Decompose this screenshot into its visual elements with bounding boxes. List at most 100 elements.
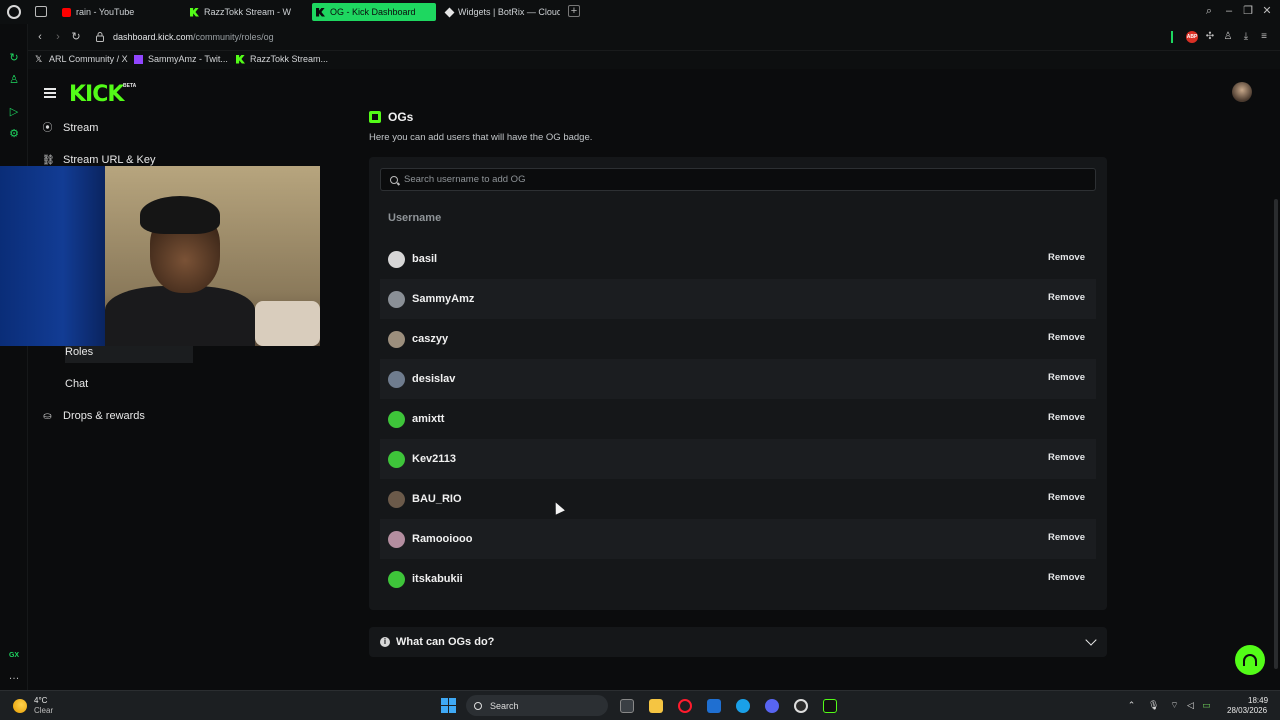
- more-icon[interactable]: …: [8, 670, 20, 682]
- remove-button[interactable]: Remove: [1048, 332, 1085, 343]
- restore-icon[interactable]: ❐: [1242, 5, 1254, 17]
- remove-button[interactable]: Remove: [1048, 372, 1085, 383]
- player-icon[interactable]: ▷: [8, 106, 20, 118]
- username: SammyAmz: [412, 293, 475, 305]
- weather-temperature: 4°C: [34, 696, 48, 705]
- username: itskabukii: [412, 573, 463, 585]
- kick-logo[interactable]: KICK: [69, 82, 124, 107]
- user-avatar: [388, 250, 405, 268]
- bookmark-sammyamz[interactable]: SammyAmz - Twit...: [134, 54, 228, 64]
- gx-icon[interactable]: GX: [8, 650, 20, 662]
- opera-browser-icon[interactable]: [678, 699, 692, 713]
- headset-icon: [1243, 654, 1257, 666]
- remove-button[interactable]: Remove: [1048, 412, 1085, 423]
- extensions-icon[interactable]: ✣: [1204, 31, 1216, 43]
- microsoft-store-icon[interactable]: [707, 699, 721, 713]
- user-avatar: [388, 490, 405, 508]
- edge-icon[interactable]: [736, 699, 750, 713]
- obs-icon[interactable]: [794, 699, 808, 713]
- task-view-icon[interactable]: [620, 699, 634, 713]
- tab-botrix-widgets[interactable]: Widgets | BotRix — Cloud: [442, 3, 560, 21]
- kick-app-icon[interactable]: [823, 699, 837, 713]
- back-icon[interactable]: ‹: [34, 31, 46, 43]
- bookmark-label: RazzTokk Stream...: [250, 54, 329, 64]
- clock-date[interactable]: 28/03/2026: [1227, 706, 1267, 715]
- windows-start-icon[interactable]: [441, 698, 456, 713]
- opera-logo-icon[interactable]: [7, 5, 21, 19]
- og-user-row: caszyy Remove: [380, 319, 1096, 359]
- search-tabs-icon[interactable]: ⌕: [1203, 5, 1215, 17]
- windows-taskbar: 4°C Clear Search ⌃ 🎙 ⌔ ◁ ▭ 18:49 28/03/2…: [0, 690, 1280, 720]
- url-path: /community/roles/og: [193, 32, 274, 42]
- botrix-icon: [444, 7, 455, 17]
- sidebar-item-label: Stream: [63, 122, 99, 134]
- user-avatar: [388, 570, 405, 588]
- address-bar: ‹ › ↻ dashboard.kick.com/community/roles…: [28, 24, 1280, 51]
- browser-tab-strip: rain - YouTube RazzTokk Stream - W OG - …: [0, 0, 1280, 24]
- chevron-down-icon[interactable]: [1085, 634, 1097, 646]
- broadcast-icon: ⦿: [42, 122, 53, 134]
- tab-razztokk-stream[interactable]: RazzTokk Stream - W: [186, 3, 304, 21]
- tab-youtube[interactable]: rain - YouTube: [58, 3, 178, 21]
- taskbar-search[interactable]: Search: [466, 695, 608, 716]
- x-icon: 𝕏: [35, 53, 43, 64]
- username: desislav: [412, 373, 456, 385]
- bookmark-razztokk[interactable]: RazzTokk Stream...: [236, 54, 328, 64]
- weather-moon-icon[interactable]: [13, 699, 27, 713]
- username: BAU_RIO: [412, 493, 462, 505]
- sidebar-item-chat[interactable]: Chat: [65, 373, 88, 395]
- remove-button[interactable]: Remove: [1048, 492, 1085, 503]
- remove-button[interactable]: Remove: [1048, 292, 1085, 303]
- user-avatar: [388, 290, 405, 308]
- youtube-icon: [62, 7, 71, 17]
- remove-button[interactable]: Remove: [1048, 252, 1085, 263]
- og-user-list: basil Remove SammyAmz Remove caszyy Remove des…: [380, 239, 1096, 599]
- volume-icon[interactable]: ◁: [1185, 700, 1196, 711]
- search-box: [380, 168, 1096, 191]
- remove-button[interactable]: Remove: [1048, 452, 1085, 463]
- account-icon[interactable]: ♙: [1222, 31, 1234, 43]
- new-tab-button[interactable]: +: [568, 5, 580, 17]
- battery-icon[interactable]: ▭: [1201, 700, 1212, 711]
- webcam-curtain: [0, 166, 105, 346]
- hamburger-menu-icon[interactable]: [44, 88, 56, 98]
- bookmark-arl-community[interactable]: 𝕏 ARL Community / X: [35, 54, 128, 64]
- microphone-icon[interactable]: 🎙: [1148, 700, 1159, 711]
- support-chat-button[interactable]: [1235, 645, 1265, 675]
- clock-time[interactable]: 18:49: [1248, 696, 1268, 705]
- search-input[interactable]: [404, 174, 1004, 185]
- remove-button[interactable]: Remove: [1048, 532, 1085, 543]
- forward-icon[interactable]: ›: [52, 31, 64, 43]
- tab-og-kick-dashboard[interactable]: OG - Kick Dashboard: [312, 3, 436, 21]
- settings-gear-icon[interactable]: ⚙: [8, 128, 20, 140]
- profile-avatar[interactable]: [1232, 82, 1252, 102]
- adblock-icon[interactable]: ABP: [1186, 31, 1198, 43]
- scrollbar[interactable]: [1274, 199, 1278, 669]
- sidebar-item-label: Roles: [65, 346, 94, 358]
- beta-badge: BETA: [123, 83, 137, 89]
- minimize-icon[interactable]: –: [1223, 5, 1235, 17]
- file-explorer-icon[interactable]: [649, 699, 663, 713]
- sidebar-item-stream[interactable]: ⦿ Stream: [42, 117, 99, 139]
- aria-icon[interactable]: ♙: [8, 74, 20, 86]
- close-window-icon[interactable]: ✕: [1261, 5, 1273, 17]
- tab-label: rain - YouTube: [76, 7, 135, 17]
- tab-overview-icon[interactable]: [35, 6, 47, 17]
- username: amixtt: [412, 413, 445, 425]
- discord-icon[interactable]: [765, 699, 779, 713]
- sidebar-item-label: Chat: [65, 378, 89, 390]
- sidebar-item-drops-rewards[interactable]: ⛀ Drops & rewards: [42, 405, 145, 427]
- history-icon[interactable]: ↻: [8, 52, 20, 64]
- tray-overflow-icon[interactable]: ⌃: [1126, 700, 1137, 711]
- wifi-icon[interactable]: ⌔: [1169, 700, 1180, 711]
- page-description: Here you can add users that will have th…: [369, 132, 593, 143]
- remove-button[interactable]: Remove: [1048, 572, 1085, 583]
- reload-icon[interactable]: ↻: [70, 31, 82, 43]
- download-icon[interactable]: ⤓: [1240, 31, 1252, 43]
- og-user-row: Kev2113 Remove: [380, 439, 1096, 479]
- bookmark-label: SammyAmz - Twit...: [148, 54, 228, 64]
- url-field[interactable]: dashboard.kick.com/community/roles/og: [113, 32, 274, 42]
- faq-what-can-ogs-do[interactable]: i What can OGs do?: [369, 627, 1107, 657]
- tab-label: RazzTokk Stream - W: [204, 7, 292, 17]
- menu-icon[interactable]: ≡: [1258, 31, 1270, 43]
